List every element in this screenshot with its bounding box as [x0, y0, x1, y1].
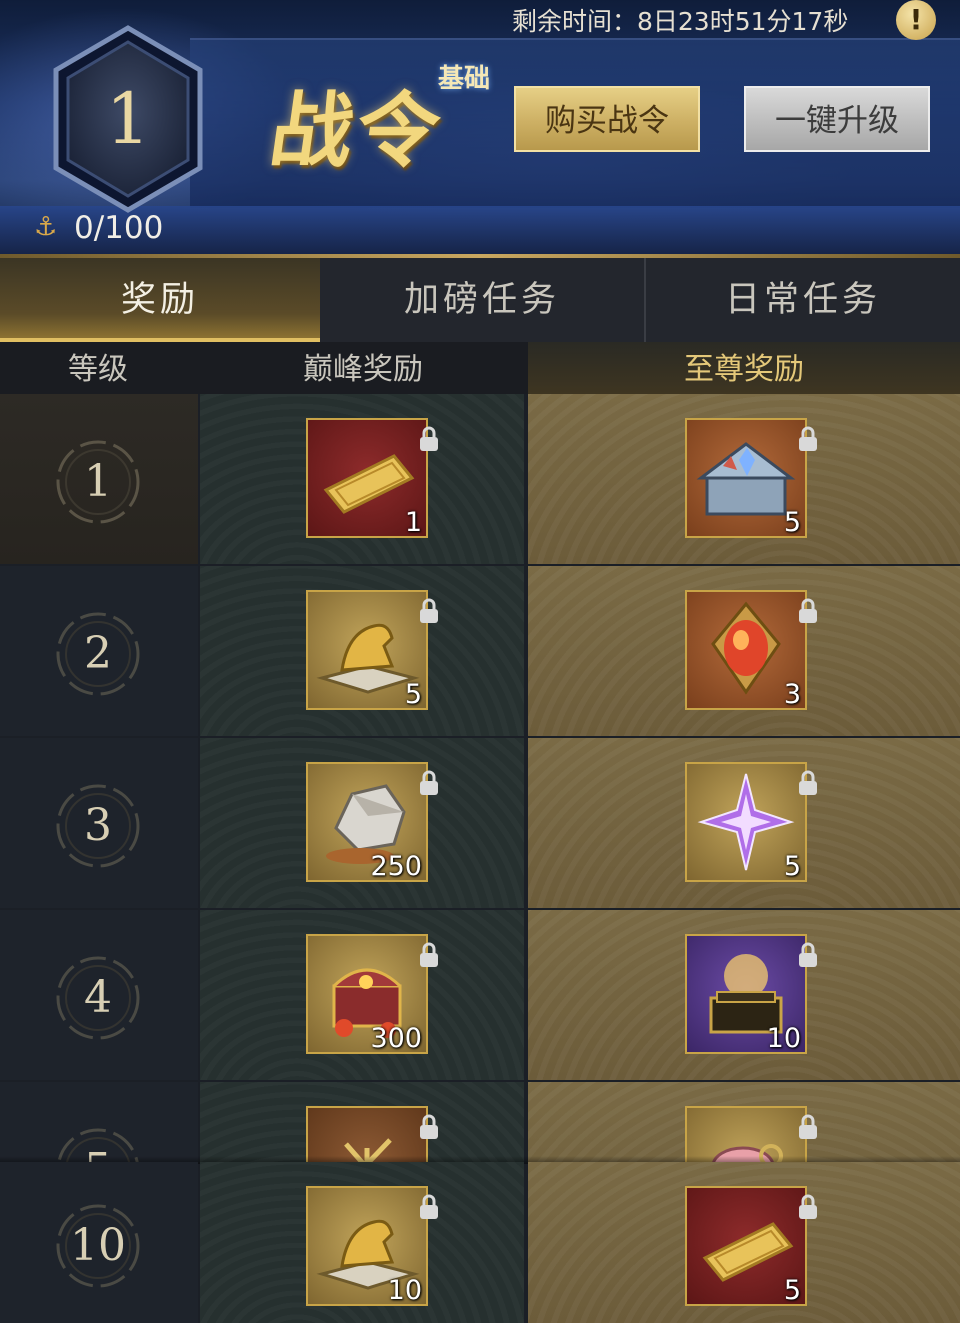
lock-icon [420, 770, 438, 795]
lock-icon [420, 942, 438, 967]
item-quantity: 5 [404, 679, 422, 710]
item-quantity: 250 [370, 851, 422, 882]
reward-item-golden-ticket[interactable]: 5 [685, 1186, 817, 1306]
level-number: 2 [84, 628, 112, 679]
supreme-reward-cell: 5 [528, 738, 960, 908]
column-supreme-rewards: 至尊奖励 [528, 342, 960, 394]
lock-icon [799, 598, 817, 623]
reward-table-header: 等级 巅峰奖励 至尊奖励 [0, 342, 960, 394]
supreme-reward-cell: 3 [528, 566, 960, 736]
supreme-reward-cell: 5 [528, 1162, 960, 1323]
reward-item-golden-qilin-statue[interactable]: 10 [306, 1186, 438, 1306]
item-quantity: 300 [370, 1023, 422, 1054]
lock-icon [799, 1194, 817, 1219]
column-peak-rewards: 巅峰奖励 [303, 352, 423, 387]
reward-row: 1 1 5 [0, 394, 960, 564]
remaining-time: 剩余时间：8日23时51分17秒 [512, 7, 849, 36]
lock-icon [799, 1114, 817, 1139]
peak-reward-cell: 10 [200, 1162, 524, 1323]
reward-item-crystal-chest[interactable]: 5 [685, 418, 817, 538]
pinned-milestone-row: 10 10 5 [0, 1162, 960, 1323]
current-level: 1 [105, 78, 151, 160]
level-cell: 1 [0, 394, 198, 564]
level-cell: 2 [0, 566, 198, 736]
item-quantity: 1 [404, 507, 422, 538]
lock-icon [799, 942, 817, 967]
supreme-reward-cell [528, 1082, 960, 1164]
level-cell: 3 [0, 738, 198, 908]
lock-icon [420, 426, 438, 451]
buy-battle-pass-button[interactable]: 购买战令 [514, 86, 700, 152]
item-quantity: 3 [783, 679, 801, 710]
level-number: 3 [84, 800, 112, 851]
lock-icon [420, 1114, 438, 1139]
item-quantity: 10 [387, 1275, 422, 1306]
tab-bonus-tasks[interactable]: 加磅任务 [320, 258, 644, 342]
supreme-reward-cell: 10 [528, 910, 960, 1080]
lock-icon [420, 1194, 438, 1219]
peak-reward-cell [200, 1082, 524, 1164]
tab-daily-tasks[interactable]: 日常任务 [644, 258, 960, 342]
exp-progress: 0/100 [74, 210, 164, 246]
level-cell: 10 [0, 1162, 198, 1323]
reward-row: 5 [0, 1082, 960, 1164]
item-quantity: 5 [783, 851, 801, 882]
lock-icon [799, 426, 817, 451]
peak-reward-cell: 250 [200, 738, 524, 908]
peak-reward-cell: 5 [200, 566, 524, 736]
tab-rewards[interactable]: 奖励 [0, 258, 320, 342]
anchor-icon: ⚓ [34, 212, 58, 242]
lock-icon [420, 598, 438, 623]
item-quantity: 5 [783, 507, 801, 538]
level-cell: 5 [0, 1082, 198, 1164]
column-level: 等级 [68, 352, 128, 387]
reward-item-fire-gem-amulet[interactable]: 3 [685, 590, 817, 710]
reward-item-stone-ore[interactable]: 250 [306, 762, 438, 882]
level-number: 10 [70, 1220, 126, 1271]
reward-item-purple-star-crystal[interactable]: 5 [685, 762, 817, 882]
supreme-reward-cell: 5 [528, 394, 960, 564]
reward-row: 3 250 5 [0, 738, 960, 908]
tab-bar: 奖励 加磅任务 日常任务 [0, 258, 960, 342]
battle-pass-tier-tag: 基础 [438, 64, 491, 94]
reward-item-treasure-chest[interactable]: 300 [306, 934, 438, 1054]
battle-pass-title: 战令 [264, 83, 450, 179]
battle-pass-header: 剩余时间：8日23时51分17秒 ! 1 ⚓ 0/100 战令 基础 购买战令 … [0, 0, 960, 258]
reward-list[interactable]: 1 1 5 2 5 3 3 250 5 4 300 10 [0, 394, 960, 1164]
reward-item-glowing-book[interactable]: 10 [685, 934, 817, 1054]
lock-icon [799, 770, 817, 795]
reward-row: 2 5 3 [0, 566, 960, 736]
alert-icon[interactable]: ! [896, 0, 936, 40]
level-number: 4 [84, 972, 112, 1023]
reward-row: 4 300 10 [0, 910, 960, 1080]
item-quantity: 10 [766, 1023, 801, 1054]
level-badge: 1 [48, 24, 208, 214]
reward-item-golden-qilin-statue[interactable]: 5 [306, 590, 438, 710]
item-quantity: 5 [783, 1275, 801, 1306]
level-cell: 4 [0, 910, 198, 1080]
peak-reward-cell: 1 [200, 394, 524, 564]
one-click-upgrade-button[interactable]: 一键升级 [744, 86, 930, 152]
level-number: 1 [84, 456, 112, 507]
peak-reward-cell: 300 [200, 910, 524, 1080]
reward-item-golden-ticket[interactable]: 1 [306, 418, 438, 538]
